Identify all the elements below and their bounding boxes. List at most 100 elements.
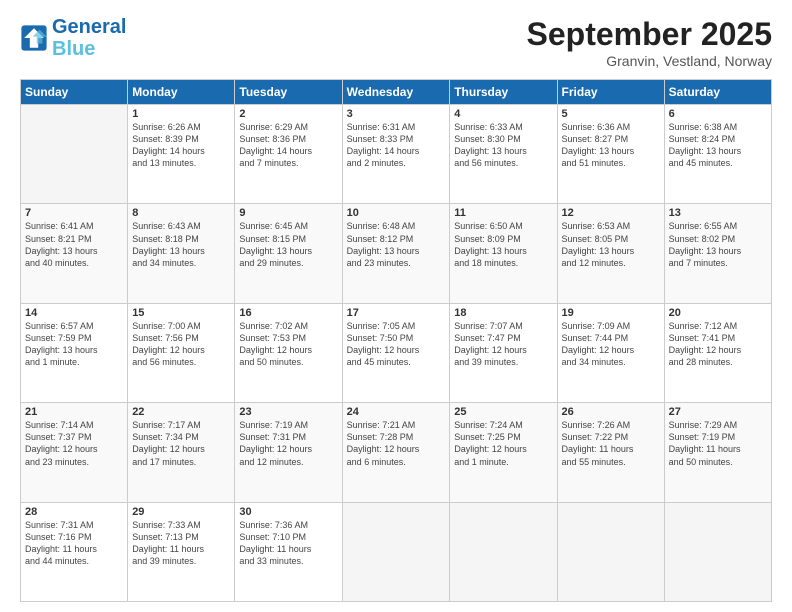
day-cell: 1Sunrise: 6:26 AM Sunset: 8:39 PM Daylig… bbox=[128, 105, 235, 204]
day-cell: 13Sunrise: 6:55 AM Sunset: 8:02 PM Dayli… bbox=[664, 204, 771, 303]
day-info: Sunrise: 6:38 AM Sunset: 8:24 PM Dayligh… bbox=[669, 121, 767, 170]
day-number: 17 bbox=[347, 307, 446, 319]
day-cell bbox=[450, 502, 557, 601]
week-row-2: 7Sunrise: 6:41 AM Sunset: 8:21 PM Daylig… bbox=[21, 204, 772, 303]
title-block: September 2025 Granvin, Vestland, Norway bbox=[527, 16, 772, 69]
day-info: Sunrise: 6:50 AM Sunset: 8:09 PM Dayligh… bbox=[454, 220, 552, 269]
day-cell: 18Sunrise: 7:07 AM Sunset: 7:47 PM Dayli… bbox=[450, 303, 557, 402]
day-info: Sunrise: 7:31 AM Sunset: 7:16 PM Dayligh… bbox=[25, 519, 123, 568]
day-cell: 8Sunrise: 6:43 AM Sunset: 8:18 PM Daylig… bbox=[128, 204, 235, 303]
day-info: Sunrise: 7:14 AM Sunset: 7:37 PM Dayligh… bbox=[25, 419, 123, 468]
day-number: 24 bbox=[347, 406, 446, 418]
day-cell: 11Sunrise: 6:50 AM Sunset: 8:09 PM Dayli… bbox=[450, 204, 557, 303]
day-number: 19 bbox=[562, 307, 660, 319]
day-number: 4 bbox=[454, 108, 552, 120]
logo: General Blue bbox=[20, 16, 126, 60]
day-info: Sunrise: 7:05 AM Sunset: 7:50 PM Dayligh… bbox=[347, 320, 446, 369]
day-number: 9 bbox=[239, 207, 337, 219]
day-cell bbox=[21, 105, 128, 204]
day-cell: 26Sunrise: 7:26 AM Sunset: 7:22 PM Dayli… bbox=[557, 403, 664, 502]
day-cell bbox=[342, 502, 450, 601]
day-number: 30 bbox=[239, 506, 337, 518]
day-header-thursday: Thursday bbox=[450, 80, 557, 105]
day-header-saturday: Saturday bbox=[664, 80, 771, 105]
day-info: Sunrise: 6:36 AM Sunset: 8:27 PM Dayligh… bbox=[562, 121, 660, 170]
day-number: 16 bbox=[239, 307, 337, 319]
day-info: Sunrise: 7:36 AM Sunset: 7:10 PM Dayligh… bbox=[239, 519, 337, 568]
day-info: Sunrise: 7:26 AM Sunset: 7:22 PM Dayligh… bbox=[562, 419, 660, 468]
day-info: Sunrise: 7:29 AM Sunset: 7:19 PM Dayligh… bbox=[669, 419, 767, 468]
day-header-friday: Friday bbox=[557, 80, 664, 105]
day-cell: 20Sunrise: 7:12 AM Sunset: 7:41 PM Dayli… bbox=[664, 303, 771, 402]
day-number: 21 bbox=[25, 406, 123, 418]
day-number: 10 bbox=[347, 207, 446, 219]
day-header-wednesday: Wednesday bbox=[342, 80, 450, 105]
day-info: Sunrise: 7:24 AM Sunset: 7:25 PM Dayligh… bbox=[454, 419, 552, 468]
day-info: Sunrise: 6:43 AM Sunset: 8:18 PM Dayligh… bbox=[132, 220, 230, 269]
day-header-tuesday: Tuesday bbox=[235, 80, 342, 105]
day-info: Sunrise: 7:33 AM Sunset: 7:13 PM Dayligh… bbox=[132, 519, 230, 568]
day-cell: 15Sunrise: 7:00 AM Sunset: 7:56 PM Dayli… bbox=[128, 303, 235, 402]
day-cell bbox=[557, 502, 664, 601]
day-info: Sunrise: 6:31 AM Sunset: 8:33 PM Dayligh… bbox=[347, 121, 446, 170]
day-info: Sunrise: 7:02 AM Sunset: 7:53 PM Dayligh… bbox=[239, 320, 337, 369]
day-cell: 6Sunrise: 6:38 AM Sunset: 8:24 PM Daylig… bbox=[664, 105, 771, 204]
day-cell: 25Sunrise: 7:24 AM Sunset: 7:25 PM Dayli… bbox=[450, 403, 557, 502]
day-cell: 17Sunrise: 7:05 AM Sunset: 7:50 PM Dayli… bbox=[342, 303, 450, 402]
day-info: Sunrise: 6:33 AM Sunset: 8:30 PM Dayligh… bbox=[454, 121, 552, 170]
location: Granvin, Vestland, Norway bbox=[527, 53, 772, 69]
day-info: Sunrise: 6:45 AM Sunset: 8:15 PM Dayligh… bbox=[239, 220, 337, 269]
day-number: 26 bbox=[562, 406, 660, 418]
day-info: Sunrise: 6:41 AM Sunset: 8:21 PM Dayligh… bbox=[25, 220, 123, 269]
day-number: 14 bbox=[25, 307, 123, 319]
day-cell: 27Sunrise: 7:29 AM Sunset: 7:19 PM Dayli… bbox=[664, 403, 771, 502]
day-cell: 19Sunrise: 7:09 AM Sunset: 7:44 PM Dayli… bbox=[557, 303, 664, 402]
day-cell: 16Sunrise: 7:02 AM Sunset: 7:53 PM Dayli… bbox=[235, 303, 342, 402]
day-info: Sunrise: 6:48 AM Sunset: 8:12 PM Dayligh… bbox=[347, 220, 446, 269]
day-cell: 9Sunrise: 6:45 AM Sunset: 8:15 PM Daylig… bbox=[235, 204, 342, 303]
day-cell: 24Sunrise: 7:21 AM Sunset: 7:28 PM Dayli… bbox=[342, 403, 450, 502]
week-row-3: 14Sunrise: 6:57 AM Sunset: 7:59 PM Dayli… bbox=[21, 303, 772, 402]
day-cell: 22Sunrise: 7:17 AM Sunset: 7:34 PM Dayli… bbox=[128, 403, 235, 502]
day-info: Sunrise: 7:09 AM Sunset: 7:44 PM Dayligh… bbox=[562, 320, 660, 369]
day-info: Sunrise: 6:55 AM Sunset: 8:02 PM Dayligh… bbox=[669, 220, 767, 269]
day-number: 15 bbox=[132, 307, 230, 319]
day-number: 2 bbox=[239, 108, 337, 120]
day-cell: 7Sunrise: 6:41 AM Sunset: 8:21 PM Daylig… bbox=[21, 204, 128, 303]
week-row-4: 21Sunrise: 7:14 AM Sunset: 7:37 PM Dayli… bbox=[21, 403, 772, 502]
day-info: Sunrise: 7:17 AM Sunset: 7:34 PM Dayligh… bbox=[132, 419, 230, 468]
calendar-table: SundayMondayTuesdayWednesdayThursdayFrid… bbox=[20, 79, 772, 602]
logo-text: General Blue bbox=[52, 16, 126, 60]
day-header-monday: Monday bbox=[128, 80, 235, 105]
day-cell: 28Sunrise: 7:31 AM Sunset: 7:16 PM Dayli… bbox=[21, 502, 128, 601]
day-number: 29 bbox=[132, 506, 230, 518]
day-number: 25 bbox=[454, 406, 552, 418]
day-cell: 2Sunrise: 6:29 AM Sunset: 8:36 PM Daylig… bbox=[235, 105, 342, 204]
day-info: Sunrise: 6:57 AM Sunset: 7:59 PM Dayligh… bbox=[25, 320, 123, 369]
day-info: Sunrise: 7:19 AM Sunset: 7:31 PM Dayligh… bbox=[239, 419, 337, 468]
logo-icon bbox=[20, 24, 48, 52]
day-number: 28 bbox=[25, 506, 123, 518]
day-number: 27 bbox=[669, 406, 767, 418]
day-number: 22 bbox=[132, 406, 230, 418]
day-number: 7 bbox=[25, 207, 123, 219]
day-info: Sunrise: 7:07 AM Sunset: 7:47 PM Dayligh… bbox=[454, 320, 552, 369]
day-number: 18 bbox=[454, 307, 552, 319]
day-cell bbox=[664, 502, 771, 601]
day-cell: 30Sunrise: 7:36 AM Sunset: 7:10 PM Dayli… bbox=[235, 502, 342, 601]
day-cell: 14Sunrise: 6:57 AM Sunset: 7:59 PM Dayli… bbox=[21, 303, 128, 402]
day-number: 3 bbox=[347, 108, 446, 120]
page-header: General Blue September 2025 Granvin, Ves… bbox=[20, 16, 772, 69]
day-number: 20 bbox=[669, 307, 767, 319]
day-info: Sunrise: 7:12 AM Sunset: 7:41 PM Dayligh… bbox=[669, 320, 767, 369]
week-row-5: 28Sunrise: 7:31 AM Sunset: 7:16 PM Dayli… bbox=[21, 502, 772, 601]
calendar-header-row: SundayMondayTuesdayWednesdayThursdayFrid… bbox=[21, 80, 772, 105]
day-cell: 12Sunrise: 6:53 AM Sunset: 8:05 PM Dayli… bbox=[557, 204, 664, 303]
day-number: 11 bbox=[454, 207, 552, 219]
day-number: 8 bbox=[132, 207, 230, 219]
day-header-sunday: Sunday bbox=[21, 80, 128, 105]
day-cell: 29Sunrise: 7:33 AM Sunset: 7:13 PM Dayli… bbox=[128, 502, 235, 601]
day-cell: 5Sunrise: 6:36 AM Sunset: 8:27 PM Daylig… bbox=[557, 105, 664, 204]
day-number: 12 bbox=[562, 207, 660, 219]
day-info: Sunrise: 6:29 AM Sunset: 8:36 PM Dayligh… bbox=[239, 121, 337, 170]
